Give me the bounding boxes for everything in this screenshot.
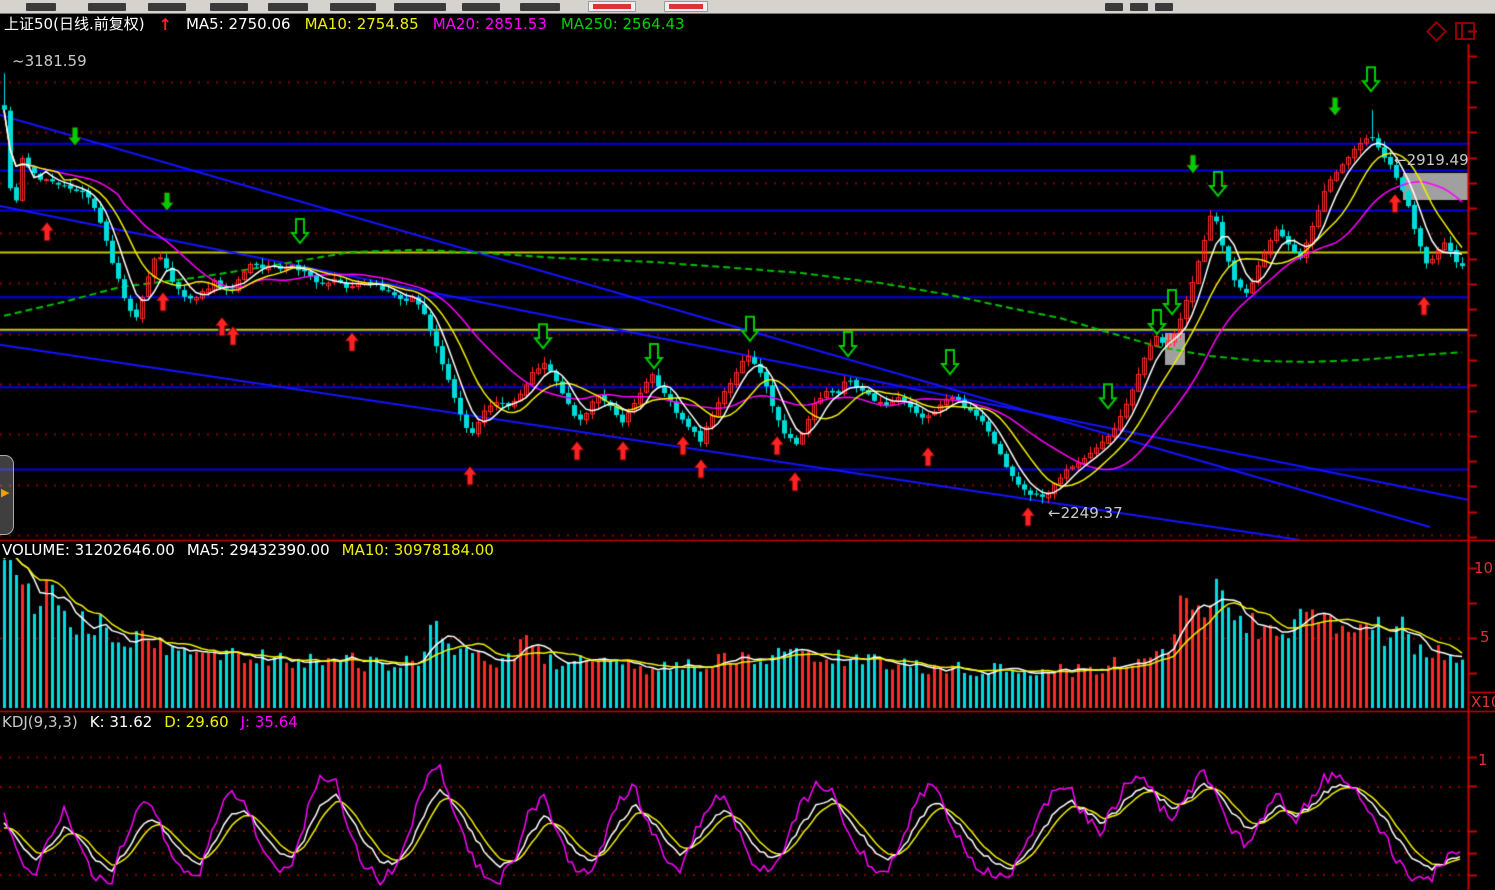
kdj-d-value: D: 29.60 [164,714,228,731]
menu-item[interactable] [588,1,636,12]
volume-axis-top: 10 [1474,560,1493,577]
ma20-value: MA20: 2851.53 [433,16,547,33]
menu-item[interactable] [462,3,500,11]
menu-item[interactable] [394,3,446,11]
volume-value: VOLUME: 31202646.00 [2,542,175,559]
ma5-value: MA5: 2750.06 [186,16,291,33]
kdj-k-value: K: 31.62 [90,714,153,731]
menu-bar[interactable] [0,0,1495,14]
kdj-axis-top: 1 [1478,752,1488,769]
swing-low-label: ←2249.37 [1048,505,1123,522]
menu-item[interactable] [1155,3,1173,11]
pointer-icon: ← [1394,151,1407,169]
expand-arrow-icon: ▶ [1,486,9,499]
volume-legend: VOLUME: 31202646.00 MA5: 29432390.00 MA1… [2,542,494,559]
menu-item[interactable] [1130,3,1148,11]
last-price-label: ←2919.49 [1394,152,1469,169]
volume-ma5-value: MA5: 29432390.00 [187,542,330,559]
instrument-title: 上证50(日线.前复权) [4,16,145,33]
menu-item[interactable] [26,3,56,11]
trading-app-screen: 上证50(日线.前复权) ↑ MA5: 2750.06 MA10: 2754.8… [0,0,1495,890]
menu-item[interactable] [520,3,560,11]
ma250-value: MA250: 2564.43 [561,16,685,33]
menu-item[interactable] [268,3,308,11]
kdj-title: KDJ(9,3,3) [2,714,78,731]
main-legend: 上证50(日线.前复权) ↑ MA5: 2750.06 MA10: 2754.8… [4,16,685,33]
swing-high-label: ~3181.59 [12,53,87,70]
menu-item[interactable] [148,3,186,11]
split-window-icon[interactable] [1455,22,1475,40]
menu-item[interactable] [1105,3,1123,11]
menu-item[interactable] [88,3,126,11]
menu-item[interactable] [210,3,248,11]
pointer-icon: ← [1048,504,1061,522]
volume-axis-mid: 5 [1480,629,1490,646]
chart-canvas[interactable] [0,0,1495,890]
pointer-icon: ~ [12,52,25,70]
kdj-legend: KDJ(9,3,3) K: 31.62 D: 29.60 J: 35.64 [2,714,298,731]
volume-axis-unit: X10 [1471,694,1495,711]
panel-expand-handle[interactable]: ▶ [0,455,14,535]
ma10-value: MA10: 2754.85 [305,16,419,33]
menu-item[interactable] [330,3,376,11]
kdj-j-value: J: 35.64 [241,714,298,731]
buy-signal-icon: ↑ [159,16,172,33]
volume-ma10-value: MA10: 30978184.00 [342,542,494,559]
menu-item[interactable] [664,1,708,12]
split-divider [1461,24,1463,38]
